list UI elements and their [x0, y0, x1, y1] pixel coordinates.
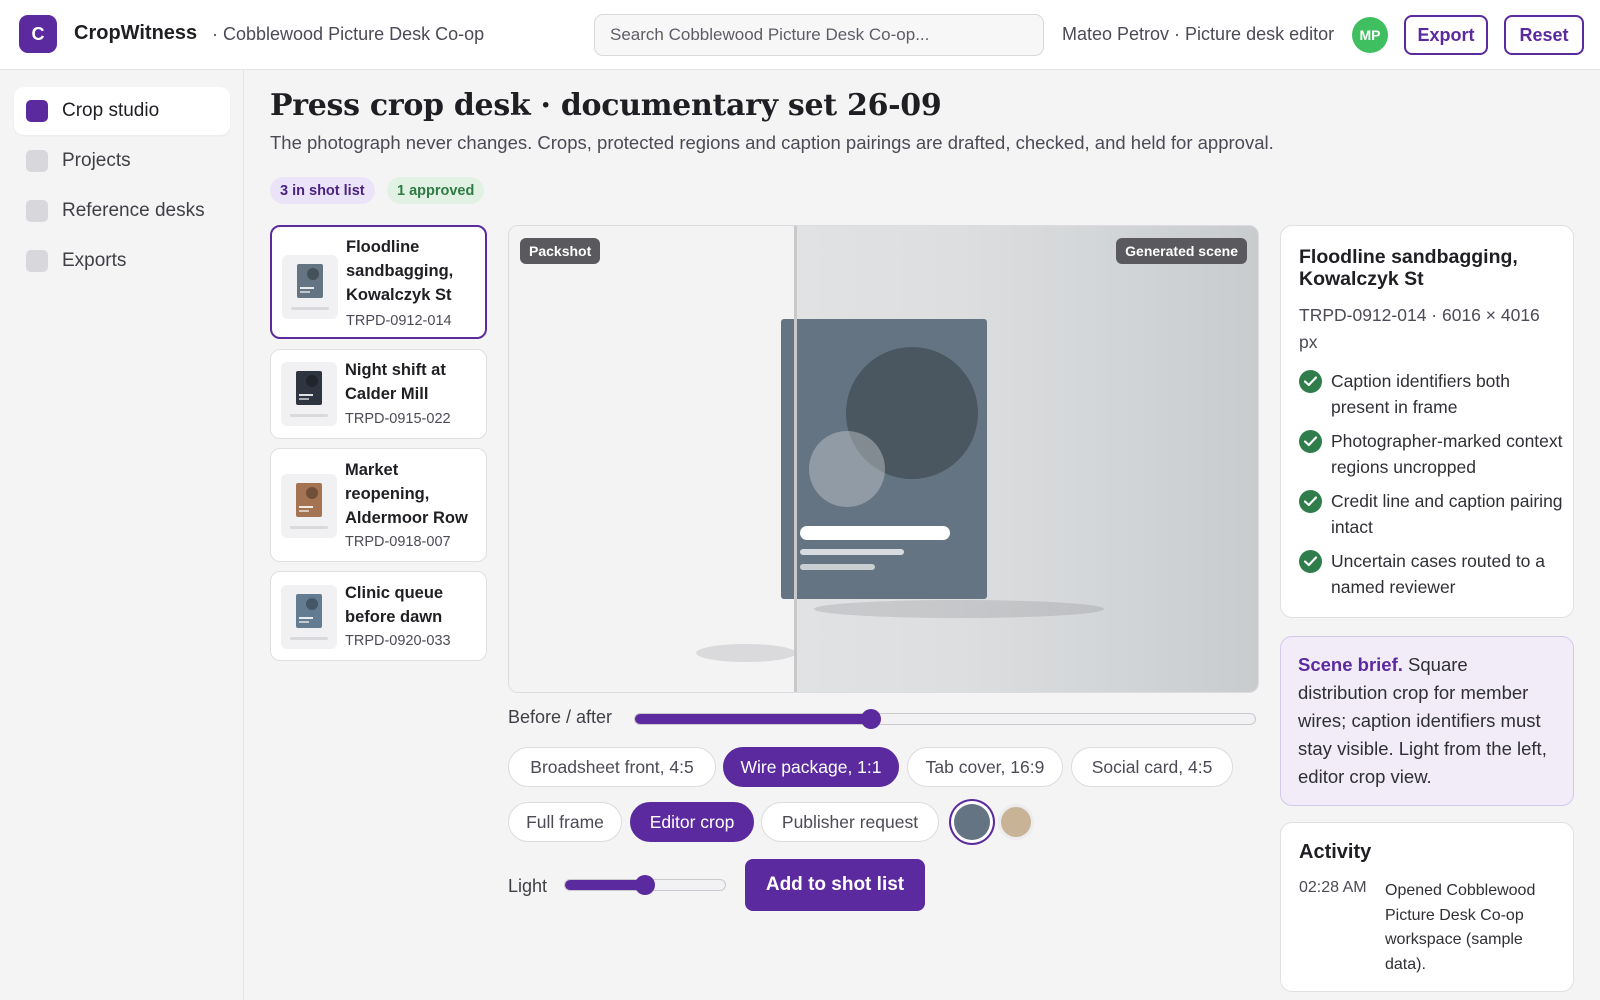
light-slider[interactable]	[564, 875, 726, 895]
detail-meta: TRPD-0912-014 · 6016 × 4016 px	[1299, 305, 1540, 352]
sidebar-item-projects[interactable]: Projects	[14, 137, 230, 185]
app-logo[interactable]: C	[19, 15, 57, 53]
add-to-shot-list-button[interactable]: Add to shot list	[745, 859, 925, 911]
activity-panel: Activity 02:28 AM Opened Cobblewood Pict…	[1280, 822, 1574, 992]
shot-code: TRPD-0920-033	[345, 633, 451, 649]
activity-text: Opened Cobblewood Picture Desk Co-op wor…	[1385, 882, 1536, 973]
before-after-label: Before / after	[508, 707, 613, 727]
shot-card[interactable]: Clinic queue before dawn TRPD-0920-033	[270, 571, 487, 661]
view-chip-full-frame[interactable]: Full frame	[508, 802, 622, 842]
generated-scene-tag: Generated scene	[1116, 238, 1247, 264]
format-chip-broadsheet[interactable]: Broadsheet front, 4:5	[508, 747, 716, 787]
shot-code: TRPD-0918-007	[345, 534, 451, 550]
shot-thumbnail	[281, 474, 337, 538]
shot-card[interactable]: Night shift at Calder Mill TRPD-0915-022	[270, 349, 487, 439]
scene-brief: Scene brief. Square distribution crop fo…	[1280, 636, 1574, 806]
app-name: CropWitness	[74, 22, 198, 44]
view-chip-publisher-request[interactable]: Publisher request	[761, 802, 939, 842]
page-title: Press crop desk · documentary set 26-09	[270, 88, 942, 123]
packshot-tag: Packshot	[520, 238, 601, 264]
sidebar-item-label: Crop studio	[62, 100, 160, 121]
sidebar-item-exports[interactable]: Exports	[14, 237, 230, 285]
format-chip-wire-package[interactable]: Wire package, 1:1	[723, 747, 899, 787]
check-circle-icon	[1299, 430, 1322, 453]
photo-subject	[781, 319, 987, 599]
before-after-handle[interactable]	[861, 709, 881, 729]
detail-title: Floodline sandbagging, Kowalczyk St	[1299, 246, 1518, 290]
exports-icon	[26, 250, 48, 272]
light-label: Light	[508, 876, 548, 896]
activity-time: 02:28 AM	[1299, 879, 1367, 896]
before-after-slider[interactable]	[634, 709, 1256, 729]
shot-code: TRPD-0915-022	[345, 411, 451, 427]
page-subtitle: The photograph never changes. Crops, pro…	[270, 132, 1274, 153]
sidebar-item-crop-studio[interactable]: Crop studio	[14, 87, 230, 135]
light-handle[interactable]	[635, 875, 655, 895]
check-text: Photographer-marked context regions uncr…	[1331, 431, 1563, 477]
projects-icon	[26, 150, 48, 172]
shot-title: Floodline sandbagging, Kowalczyk St	[346, 238, 454, 304]
color-swatch-slate[interactable]	[954, 804, 990, 840]
sidebar-item-label: Reference desks	[62, 200, 205, 221]
packshot-pane	[509, 226, 794, 692]
check-circle-icon	[1299, 490, 1322, 513]
check-circle-icon	[1299, 550, 1322, 573]
shot-thumbnail	[282, 255, 338, 319]
search-input[interactable]	[594, 14, 1044, 56]
reference-desks-icon	[26, 200, 48, 222]
packshot-shadow	[696, 644, 796, 662]
format-chip-tab-cover[interactable]: Tab cover, 16:9	[907, 747, 1063, 787]
approved-count-badge: 1 approved	[387, 177, 485, 204]
sidebar-item-reference-desks[interactable]: Reference desks	[14, 187, 230, 235]
user-label: Mateo Petrov · Picture desk editor	[1062, 24, 1335, 44]
shot-list-count-badge: 3 in shot list	[270, 177, 375, 204]
sidebar-item-label: Exports	[62, 250, 127, 271]
export-button[interactable]: Export	[1404, 15, 1488, 55]
shot-thumbnail	[281, 585, 337, 649]
detail-panel: Floodline sandbagging, Kowalczyk St TRPD…	[1280, 225, 1574, 618]
sidebar-item-label: Projects	[62, 150, 131, 171]
before-after-fill	[635, 714, 871, 724]
view-chip-editor-crop[interactable]: Editor crop	[630, 802, 754, 842]
scene-brief-label: Scene brief.	[1298, 654, 1403, 675]
check-text: Caption identifiers both present in fram…	[1331, 371, 1510, 417]
color-swatch-sand[interactable]	[998, 804, 1034, 840]
workspace-name: · Cobblewood Picture Desk Co-op	[212, 24, 485, 44]
shot-title: Clinic queue before dawn	[345, 584, 444, 626]
before-after-divider[interactable]	[794, 226, 797, 692]
sidebar: Crop studio Projects Reference desks Exp…	[0, 70, 244, 1000]
shot-card[interactable]: Market reopening, Aldermoor Row TRPD-091…	[270, 448, 487, 562]
shot-card[interactable]: Floodline sandbagging, Kowalczyk St TRPD…	[270, 225, 487, 339]
shot-title: Night shift at Calder Mill	[345, 361, 446, 403]
shot-code: TRPD-0912-014	[346, 313, 452, 329]
avatar[interactable]: MP	[1352, 17, 1388, 53]
format-chip-social-card[interactable]: Social card, 4:5	[1071, 747, 1233, 787]
shot-title: Market reopening, Aldermoor Row	[345, 461, 468, 527]
activity-title: Activity	[1299, 841, 1372, 863]
check-circle-icon	[1299, 370, 1322, 393]
shot-thumbnail	[281, 362, 337, 426]
reset-button[interactable]: Reset	[1504, 15, 1584, 55]
crop-studio-icon	[26, 100, 48, 122]
top-bar: C CropWitness · Cobblewood Picture Desk …	[0, 0, 1600, 70]
check-text: Credit line and caption pairing intact	[1331, 491, 1563, 537]
crop-preview[interactable]: Packshot Generated scene	[508, 225, 1259, 693]
check-text: Uncertain cases routed to a named review…	[1331, 551, 1546, 597]
light-fill	[565, 880, 645, 890]
scene-shadow	[814, 600, 1104, 618]
